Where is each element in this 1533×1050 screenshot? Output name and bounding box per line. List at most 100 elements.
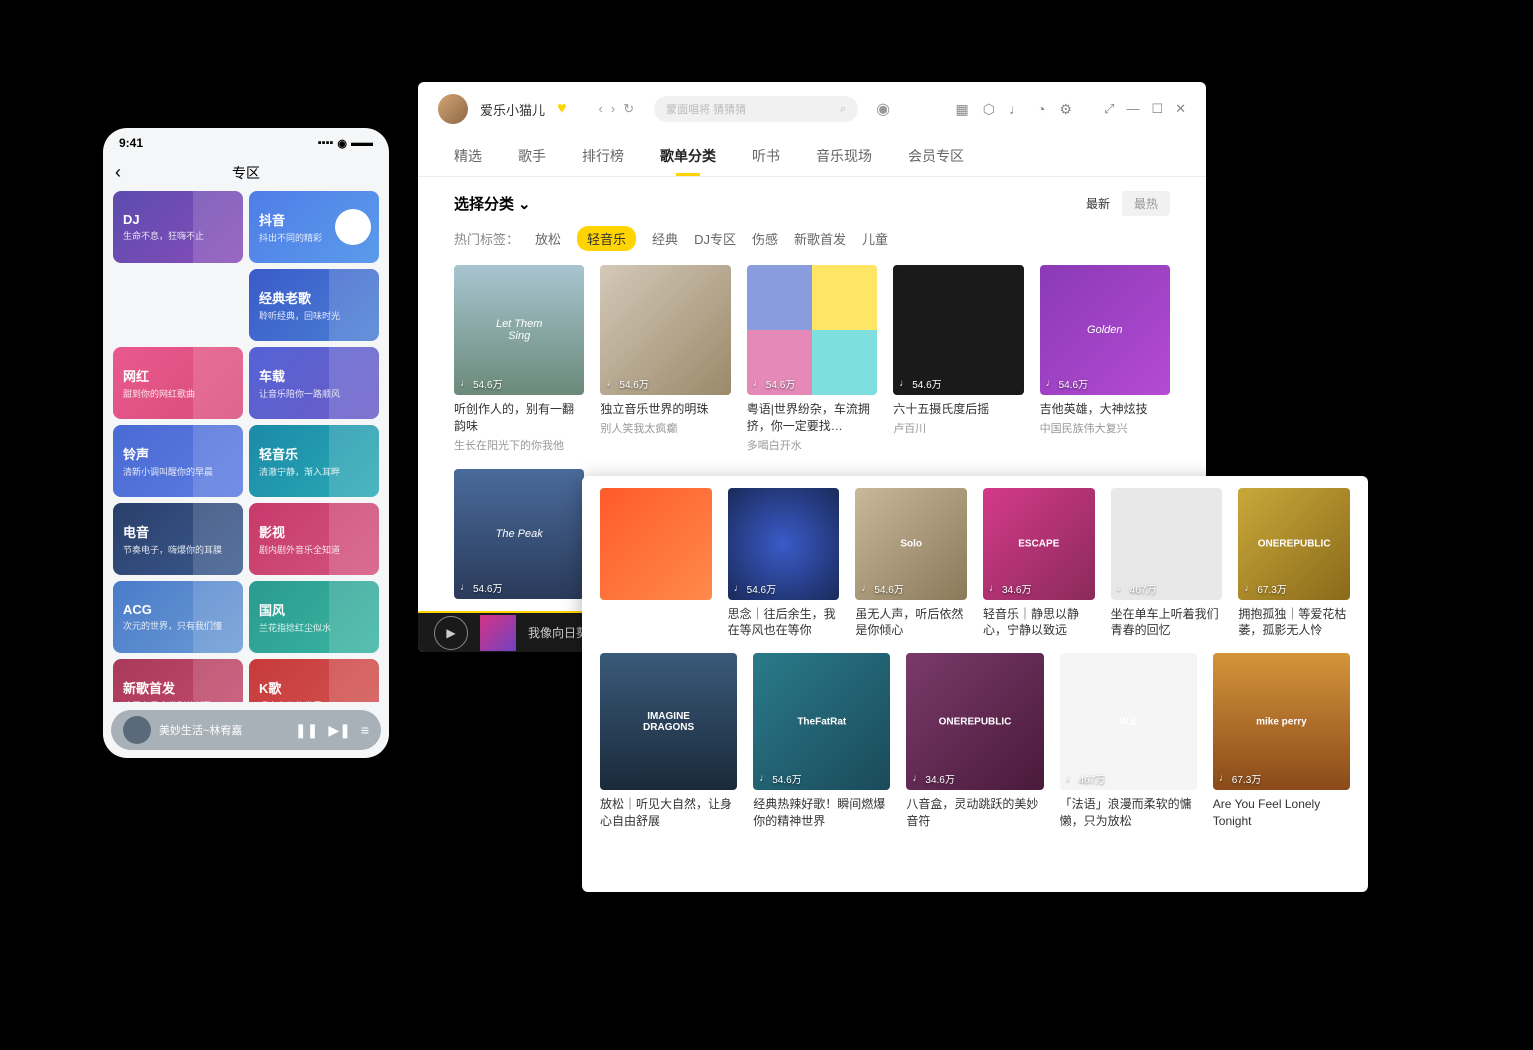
playlist-item[interactable]: ONEREPUBLIC♩34.6万八音盒，灵动跳跃的美妙音符 [906,653,1043,830]
headphone-icon: ♩ [606,378,616,389]
close-icon[interactable]: ✕ [1175,101,1186,117]
sort-toggle: 最新最热 [1074,191,1170,216]
tag[interactable]: 伤感 [752,229,778,248]
category-grid: DJ生命不息，狂嗨不止抖音抖出不同的精彩♪经典老歌聆听经典，回味时光网红甜到你的… [103,191,389,702]
gear-icon[interactable]: ⚙ [1059,101,1072,118]
play-button[interactable]: ▶ [434,616,468,650]
pause-icon[interactable]: ❚❚ [295,722,318,739]
user-avatar[interactable] [438,94,468,124]
nav-tab[interactable]: 歌手 [518,136,546,176]
playlist-item[interactable]: ♩54.6万粤语|世界纷杂，车流拥挤，你一定要找…多喝白开水 [747,265,877,453]
category-card[interactable]: K歌唱出自己的世界 [249,659,379,702]
play-count: ♩54.6万 [1046,376,1088,391]
mini-player[interactable]: 美妙生活~林宥嘉 ❚❚ ▶❚ ≡ [111,710,381,750]
category-card[interactable]: 抖音抖出不同的精彩♪ [249,191,379,263]
maximize-icon[interactable]: ☐ [1151,101,1163,117]
play-count: ♩54.6万 [606,376,648,391]
sort-option[interactable]: 最热 [1122,191,1170,216]
nav-tab[interactable]: 会员专区 [908,136,964,176]
cat-image [329,425,379,497]
minimize-icon[interactable]: — [1126,101,1139,117]
playlist-item[interactable]: Solo♩54.6万虽无人声，听后依然是你倾心 [855,488,967,639]
category-card[interactable]: 影视剧内剧外音乐全知道 [249,503,379,575]
search-input[interactable]: 蒙面唱将 猜猜猜 ⌕ [654,96,858,122]
playlist-item[interactable]: Let Them Sing♩54.6万听创作人的，别有一翻韵味生长在阳光下的你我… [454,265,584,453]
playlist-item[interactable]: TheFatRat♩54.6万经典热辣好歌！瞬间燃爆你的精神世界 [753,653,890,830]
nav-tab[interactable]: 精选 [454,136,482,176]
playlist-item[interactable]: mike perry♩67.3万Are You Feel Lonely Toni… [1213,653,1350,830]
cat-image [193,503,243,575]
nav-tab[interactable]: 听书 [752,136,780,176]
headphone-icon: ♩ [1046,378,1056,389]
tag[interactable]: 新歌首发 [794,229,846,248]
playlist-cover: ♩467万 [1111,488,1223,600]
category-card[interactable]: 轻音乐清澈宁静，渐入耳畔 [249,425,379,497]
tag[interactable]: DJ专区 [694,229,736,248]
category-card[interactable]: 国风兰花指捻红尘似水 [249,581,379,653]
playlist-icon[interactable]: ≡ [361,722,369,739]
tag[interactable]: 儿童 [862,229,888,248]
category-card[interactable]: 网红甜到你的网红歌曲 [113,347,243,419]
category-card[interactable]: 经典老歌聆听经典，回味时光 [249,269,379,341]
tag[interactable]: 放松 [535,229,561,248]
refresh-icon[interactable]: ↻ [623,101,634,117]
grid-icon[interactable]: ▦ [956,101,969,118]
tags-row: 热门标签： 放松轻音乐经典DJ专区伤感新歌首发儿童 [418,216,1206,261]
category-card[interactable]: 车载让音乐陪你一路顺风 [249,347,379,419]
playlist-cover: Let Them Sing♩54.6万 [454,265,584,395]
playlist-item[interactable]: ONEREPUBLIC♩67.3万拥抱孤独｜等爱花枯萎，孤影无人怜 [1238,488,1350,639]
tag[interactable]: 轻音乐 [577,226,636,251]
toolbar-icons: ▦ ⬡ ♩ ◔ ⚙ [956,101,1073,118]
next-icon[interactable]: ▶❚ [328,722,351,739]
playlist-subtitle: 别人笑我太疯癫 [600,420,730,436]
nav-tab[interactable]: 歌单分类 [660,136,716,176]
forward-button[interactable]: › [611,101,615,117]
wifi-icon: ◉ [337,137,347,150]
now-playing-cover[interactable] [480,615,516,651]
headphone-icon: ♩ [460,378,470,389]
category-dropdown[interactable]: 选择分类 ⌄ [454,193,531,214]
playlist-title: 轻音乐｜静思以静心，宁静以致远 [983,606,1095,640]
cat-image [329,581,379,653]
category-card[interactable]: ACG次元的世界，只有我们懂 [113,581,243,653]
cat-image [193,659,243,702]
category-card[interactable]: 新歌首发这里有最全类别的新歌 [113,659,243,702]
playlist-overlay: ♩54.6万思念｜往后余生，我在等风也在等你Solo♩54.6万虽无人声，听后依… [582,476,1368,892]
headphone-icon: ♩ [1219,773,1229,784]
playlist-cover: ONEREPUBLIC♩67.3万 [1238,488,1350,600]
username[interactable]: 爱乐小猫儿 [480,100,545,119]
voice-icon[interactable]: ◉ [876,99,890,119]
sort-option[interactable]: 最新 [1074,191,1122,216]
headphone-icon: ♩ [1117,583,1127,594]
playlist-item[interactable]: The Peak♩54.6万 [454,469,584,607]
playlist-item[interactable]: IMAGINE DRAGONS放松｜听见大自然，让身心自由舒展 [600,653,737,830]
nav-tab[interactable]: 排行榜 [582,136,624,176]
playlist-item[interactable]: ♩54.6万六十五摄氏度后摇卢百川 [893,265,1023,453]
tag[interactable]: 经典 [652,229,678,248]
playlist-item[interactable]: Golden♩54.6万吉他英雄，大神炫技中国民族伟大复兴 [1040,265,1170,453]
playlist-cover: ♩54.6万 [600,265,730,395]
playlist-title: 坐在单车上听着我们青春的回忆 [1111,606,1223,640]
playlist-title: 六十五摄氏度后摇 [893,401,1023,418]
back-icon[interactable]: ‹ [115,162,135,183]
category-card[interactable]: 铃声清新小调叫醒你的早晨 [113,425,243,497]
shirt-icon[interactable]: ⬡ [983,101,995,118]
message-icon[interactable]: ◔ [1037,101,1045,118]
category-card[interactable]: 电音节奏电子，嗨爆你的耳膜 [113,503,243,575]
headphone-icon[interactable]: ♩ [1009,101,1023,118]
playlist-item[interactable]: ♩54.6万思念｜往后余生，我在等风也在等你 [728,488,840,639]
playlist-cover: Golden♩54.6万 [1040,265,1170,395]
playlist-item[interactable]: ♩54.6万独立音乐世界的明珠别人笑我太疯癫 [600,265,730,453]
playlist-item[interactable]: ♩467万坐在单车上听着我们青春的回忆 [1111,488,1223,639]
playlist-subtitle: 生长在阳光下的你我他 [454,437,584,453]
search-placeholder: 蒙面唱将 猜猜猜 [666,101,746,117]
category-card[interactable]: DJ生命不息，狂嗨不止 [113,191,243,263]
playlist-item[interactable]: ESCAPE♩34.6万轻音乐｜静思以静心，宁静以致远 [983,488,1095,639]
playlist-cover: W.E♩467万 [1060,653,1197,790]
playlist-item[interactable]: W.E♩467万「法语」浪漫而柔软的慵懒，只为放松 [1060,653,1197,830]
nav-tab[interactable]: 音乐现场 [816,136,872,176]
search-icon[interactable]: ⌕ [840,103,846,116]
mini-mode-icon[interactable]: ⤢ [1104,101,1114,117]
back-button[interactable]: ‹ [599,101,603,117]
playlist-item[interactable] [600,488,712,639]
